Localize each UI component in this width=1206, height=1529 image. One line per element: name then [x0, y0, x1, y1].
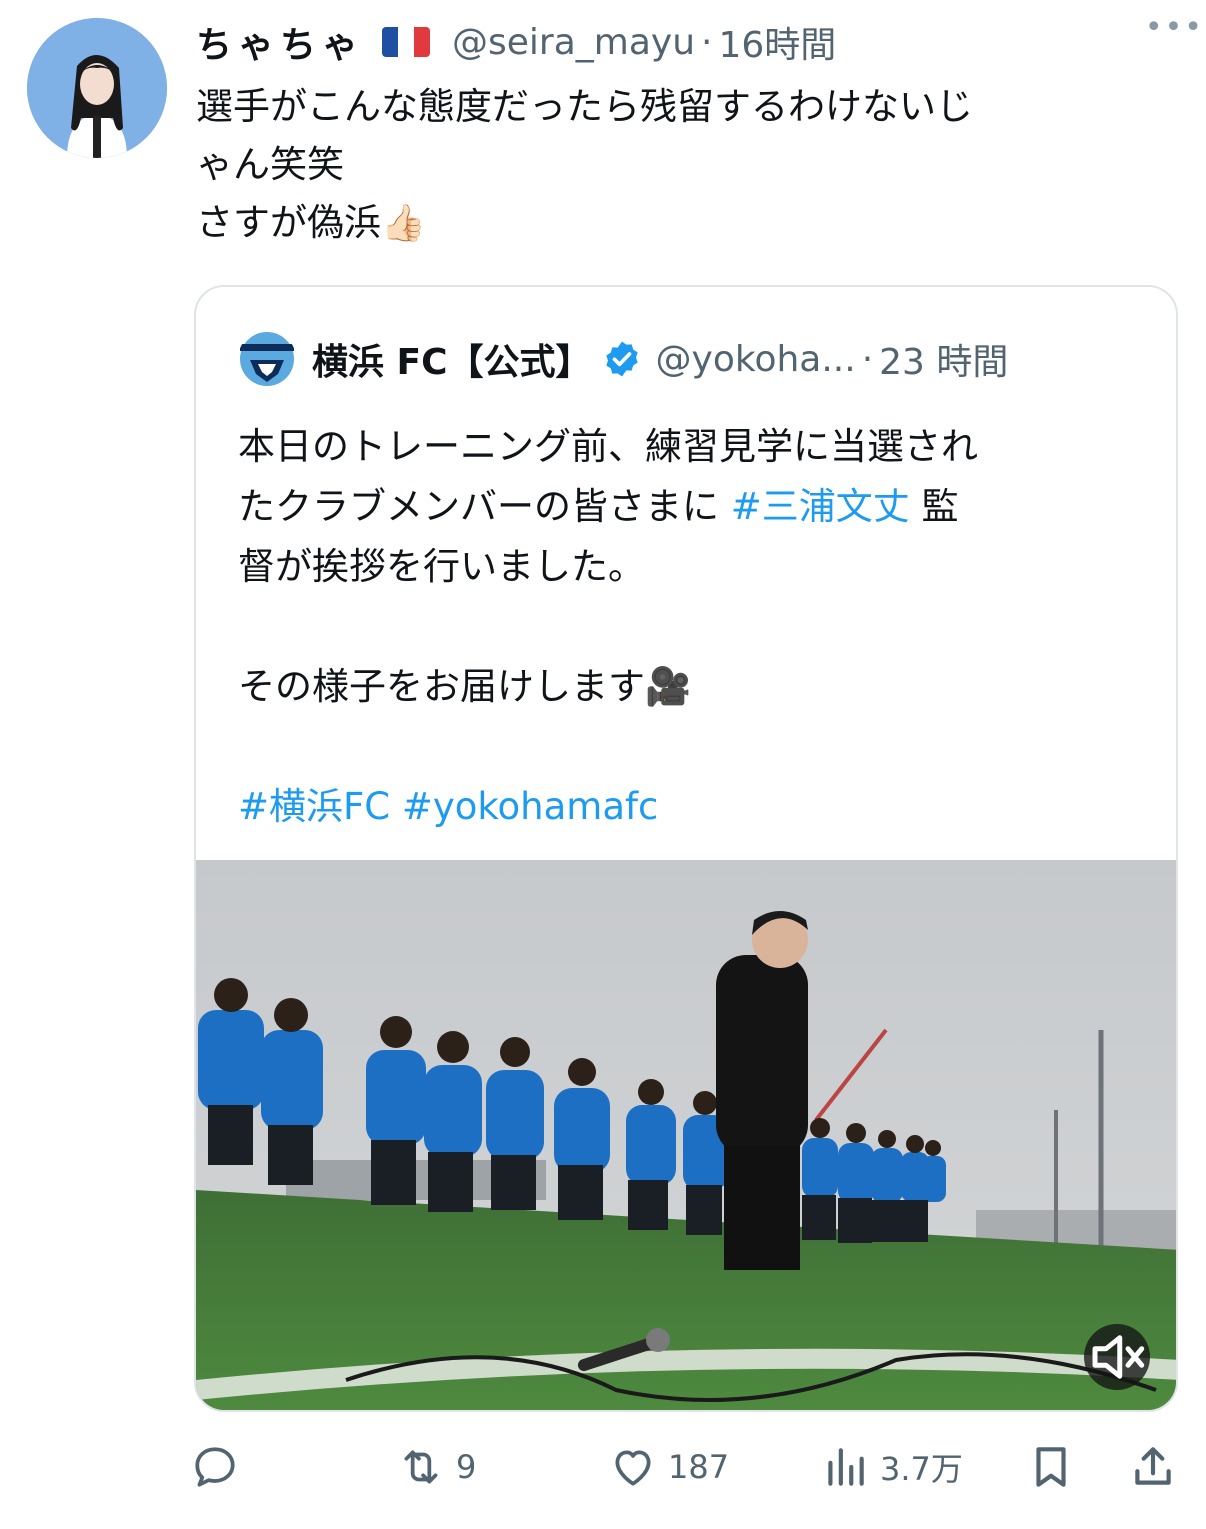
quoted-author-name[interactable]: 横浜 FC【公式】 [312, 333, 592, 385]
share-icon [1135, 1447, 1171, 1485]
reply-button[interactable] [190, 1432, 240, 1502]
like-icon [615, 1450, 651, 1486]
more-options-icon[interactable]: ••• [1145, 10, 1204, 45]
camera-emoji: 🎥 [645, 665, 692, 708]
hashtag-link[interactable]: #横浜FC [238, 785, 390, 828]
tweet-header: ちゃちゃ @seira_mayu · 16時間 [196, 14, 1176, 70]
like-count: 187 [668, 1448, 730, 1486]
separator-dot: · [701, 21, 713, 63]
thumbs-up-emoji: 👍🏻 [381, 203, 426, 244]
retweet-button[interactable]: 9 [396, 1432, 476, 1502]
quoted-handle[interactable]: @yokoha... [656, 339, 856, 380]
quoted-text: 本日のトレーニング前、練習見学に当選され たクラブメンバーの皆さまに #三浦文丈… [238, 417, 1148, 837]
mute-icon[interactable] [1084, 1324, 1150, 1390]
hashtag-link[interactable]: #三浦文丈 [731, 485, 910, 528]
video-thumbnail [196, 860, 1176, 1410]
share-button[interactable] [1128, 1432, 1178, 1502]
verified-badge-icon [605, 341, 638, 377]
retweet-icon [404, 1450, 438, 1484]
views-icon [828, 1448, 864, 1486]
action-bar: 9 187 3.7万 [190, 1432, 1180, 1502]
quoted-separator: · [861, 338, 874, 380]
timestamp[interactable]: 16時間 [719, 16, 837, 68]
quoted-timestamp[interactable]: 23 時間 [879, 333, 1008, 385]
bookmark-icon [1036, 1447, 1066, 1487]
club-logo-icon[interactable] [238, 330, 296, 388]
quoted-tweet-card[interactable]: 横浜 FC【公式】 @yokoha... · 23 時間 本日のトレーニング前、… [194, 285, 1178, 1412]
tweet-text: 選手がこんな態度だったら残留するわけないじ ゃん笑笑 さすが偽浜👍🏻 [196, 78, 1156, 253]
bookmark-button[interactable] [1026, 1432, 1076, 1502]
avatar[interactable] [27, 18, 167, 158]
tweet-body: 選手がこんな態度だったら残留するわけないじ ゃん笑笑 さすが偽浜 [196, 85, 973, 244]
reply-icon [195, 1447, 235, 1487]
retweet-count: 9 [456, 1448, 477, 1486]
avatar-image [27, 18, 167, 158]
author-name[interactable]: ちゃちゃ [196, 16, 364, 68]
hashtag-link[interactable]: #yokohamafc [402, 785, 659, 828]
author-handle[interactable]: @seira_mayu [452, 22, 695, 63]
video-player[interactable] [196, 860, 1176, 1410]
views-button[interactable]: 3.7万 [820, 1432, 963, 1502]
like-button[interactable]: 187 [608, 1432, 729, 1502]
quoted-header: 横浜 FC【公式】 @yokoha... · 23 時間 [238, 329, 1008, 389]
views-count: 3.7万 [880, 1450, 963, 1488]
france-flag-icon [382, 27, 431, 57]
